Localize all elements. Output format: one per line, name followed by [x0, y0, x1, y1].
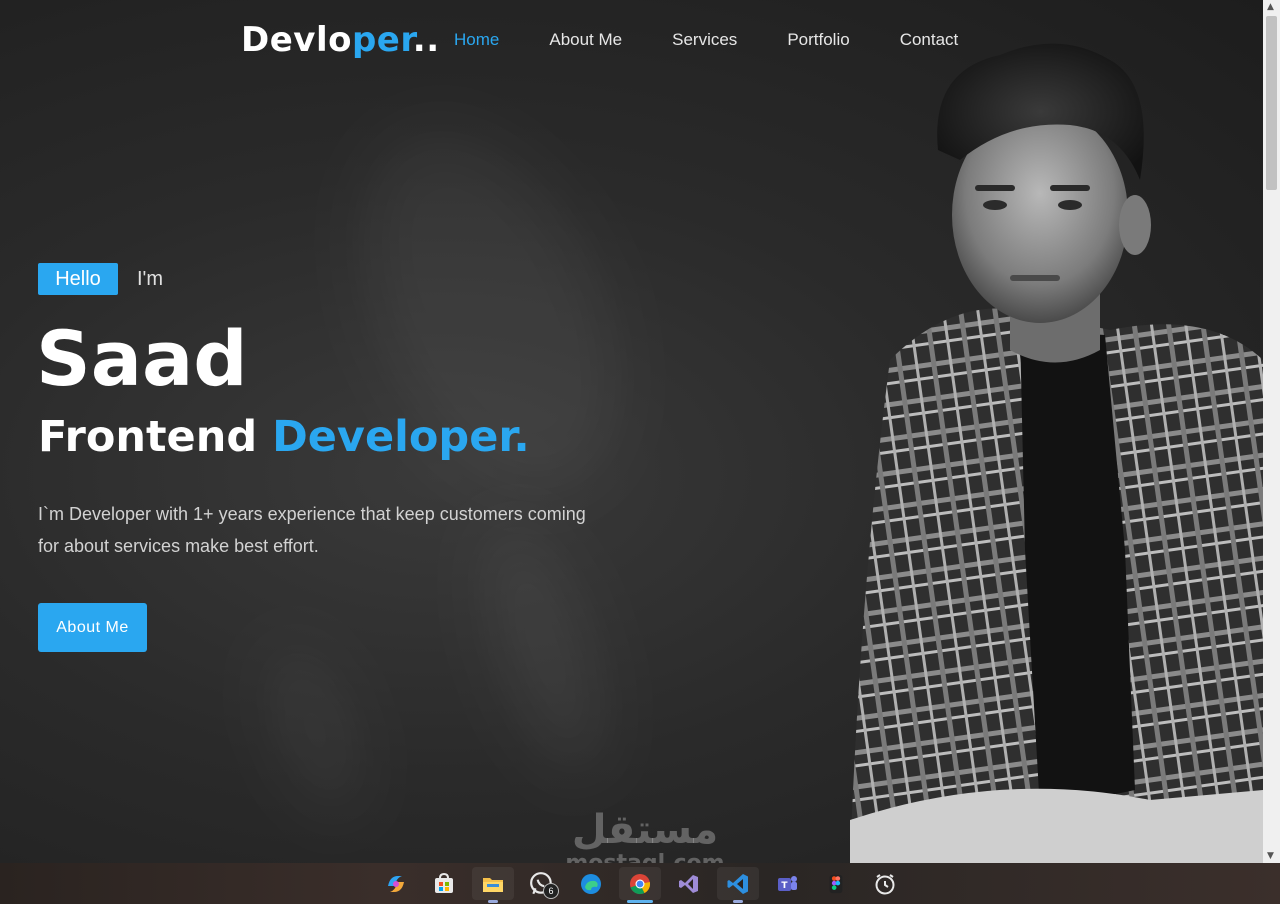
hero-section: Devloper.. Home About Me Services Portfo…	[0, 0, 1263, 863]
watermark-arabic: مستقل	[571, 807, 719, 853]
role-accent: Developer.	[272, 412, 530, 462]
copilot-icon[interactable]	[375, 867, 417, 900]
nav-link-contact[interactable]: Contact	[900, 18, 959, 62]
hello-badge: Hello	[38, 263, 118, 295]
scroll-thumb[interactable]	[1266, 16, 1277, 190]
background-blur	[251, 633, 379, 827]
nav-link-services[interactable]: Services	[672, 18, 737, 62]
about-me-button[interactable]: About Me	[38, 603, 147, 652]
page-scrollbar[interactable]: ▲ ▼	[1263, 0, 1280, 863]
whatsapp-icon[interactable]: 6	[521, 867, 563, 900]
hero-role: Frontend Developer.	[38, 408, 530, 466]
svg-text:T: T	[781, 881, 788, 891]
portrait-photo	[850, 43, 1263, 863]
hero-name: Saad	[36, 314, 248, 403]
chrome-icon[interactable]	[619, 867, 661, 903]
figma-icon[interactable]	[815, 867, 857, 900]
im-text: I'm	[137, 268, 164, 290]
logo-accent: per	[351, 20, 413, 60]
microsoft-store-icon[interactable]	[423, 867, 465, 900]
scroll-down-arrow-icon[interactable]: ▼	[1267, 851, 1274, 861]
logo-suffix: ..	[412, 20, 440, 60]
whatsapp-badge: 6	[543, 883, 559, 899]
visual-studio-icon[interactable]	[668, 867, 710, 900]
watermark-latin: mostaql.com	[560, 852, 730, 864]
mostaql-watermark: مستقل mostaql.com	[560, 808, 730, 863]
logo-main: Devlo	[241, 20, 352, 60]
teams-icon[interactable]: T	[766, 867, 808, 900]
nav-links: Home About Me Services Portfolio Contact	[454, 18, 958, 62]
navbar: Devloper.. Home About Me Services Portfo…	[0, 18, 1263, 62]
edge-icon[interactable]	[570, 867, 612, 900]
taskbar: 6 T	[0, 863, 1280, 904]
role-main: Frontend	[38, 412, 273, 462]
hero-description: I`m Developer with 1+ years experience t…	[38, 504, 586, 556]
nav-link-about[interactable]: About Me	[549, 18, 622, 62]
clock-icon[interactable]	[864, 867, 906, 900]
nav-link-portfolio[interactable]: Portfolio	[787, 18, 849, 62]
scroll-up-arrow-icon[interactable]: ▲	[1267, 2, 1274, 12]
file-explorer-icon[interactable]	[472, 867, 514, 903]
vscode-icon[interactable]	[717, 867, 759, 903]
nav-link-home[interactable]: Home	[454, 18, 499, 62]
site-logo[interactable]: Devloper..	[241, 18, 440, 62]
